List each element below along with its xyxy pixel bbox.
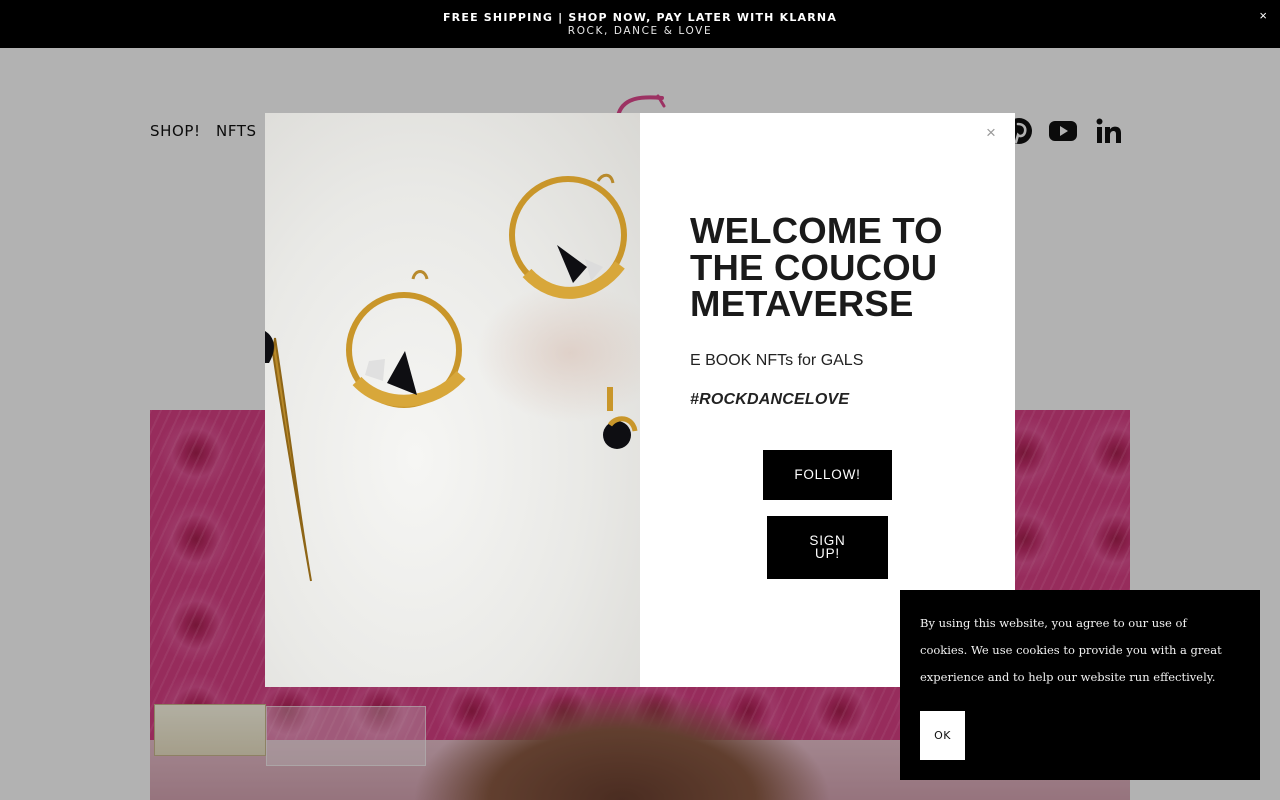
signup-button-label: SIGN UP! bbox=[809, 533, 846, 561]
cookie-banner: By using this website, you agree to our … bbox=[900, 590, 1260, 780]
modal-title: WELCOME TO THE COUCOU METAVERSE bbox=[690, 210, 943, 324]
earrings-image bbox=[265, 113, 640, 687]
modal-hashtag: #ROCKDANCELOVE bbox=[690, 391, 850, 408]
announcement-bar: FREE SHIPPING | SHOP NOW, PAY LATER WITH… bbox=[0, 0, 1280, 48]
earrings-illustration bbox=[265, 173, 638, 582]
follow-button[interactable]: FOLLOW! bbox=[763, 450, 892, 500]
announcement-close-button[interactable]: × bbox=[1259, 9, 1267, 22]
cookie-message: By using this website, you agree to our … bbox=[920, 616, 1222, 684]
announcement-text[interactable]: FREE SHIPPING | SHOP NOW, PAY LATER WITH… bbox=[0, 11, 1280, 24]
signup-button[interactable]: SIGN UP! bbox=[767, 516, 888, 579]
announcement-tagline: ROCK, DANCE & LOVE bbox=[567, 25, 713, 37]
modal-close-button[interactable]: × bbox=[981, 123, 1001, 143]
cookie-ok-button[interactable]: OK bbox=[920, 711, 965, 760]
modal-subtitle: E BOOK NFTs for GALS bbox=[690, 352, 864, 369]
